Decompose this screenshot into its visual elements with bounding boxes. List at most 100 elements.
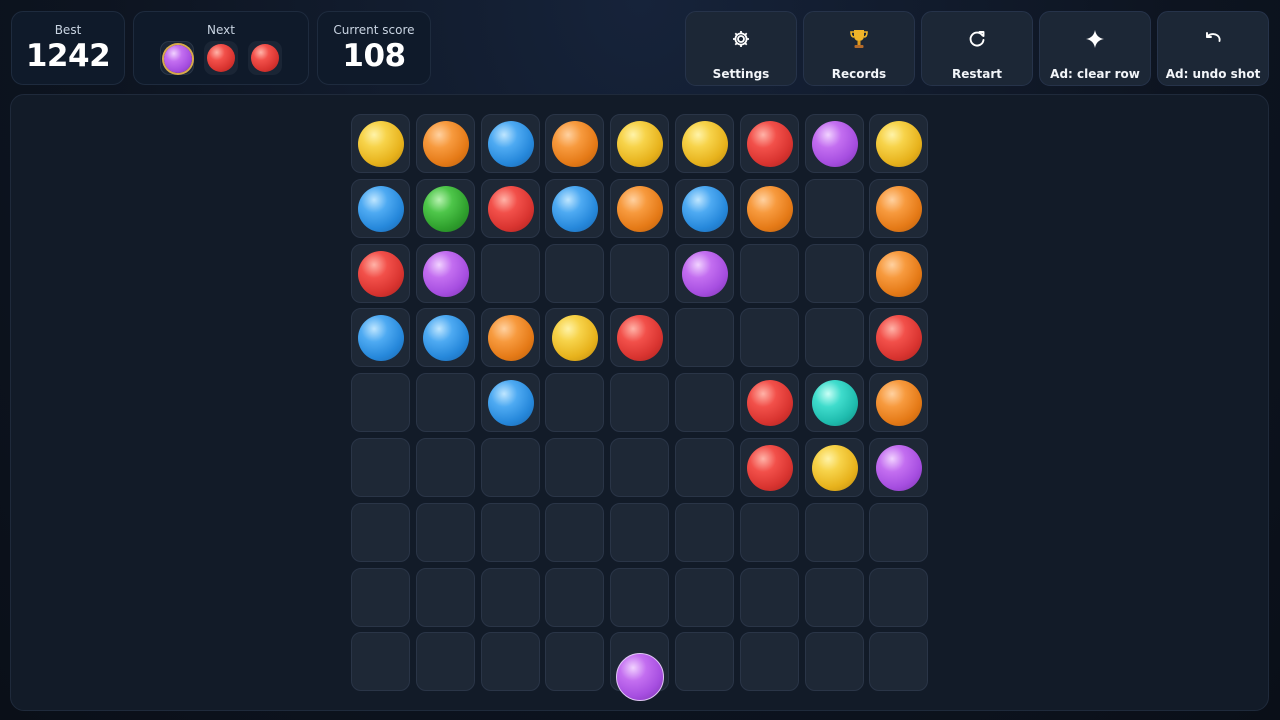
board-cell[interactable] bbox=[545, 308, 604, 367]
board-cell[interactable] bbox=[805, 179, 864, 238]
current-score-value: 108 bbox=[342, 38, 406, 74]
board-cell[interactable] bbox=[416, 244, 475, 303]
board-cell[interactable] bbox=[740, 114, 799, 173]
board-cell[interactable] bbox=[675, 503, 734, 562]
board-cell[interactable] bbox=[416, 114, 475, 173]
board-cell[interactable] bbox=[481, 308, 540, 367]
game-board bbox=[351, 114, 929, 692]
board-cell[interactable] bbox=[805, 244, 864, 303]
game-app: Best 1242 Next Current score 108 Setting… bbox=[0, 0, 1280, 720]
board-cell[interactable] bbox=[481, 632, 540, 691]
board-cell[interactable] bbox=[675, 438, 734, 497]
board-cell[interactable] bbox=[675, 179, 734, 238]
board-cell[interactable] bbox=[481, 438, 540, 497]
board-cell[interactable] bbox=[545, 244, 604, 303]
board-cell[interactable] bbox=[805, 632, 864, 691]
board-cell[interactable] bbox=[869, 373, 928, 432]
board-cell[interactable] bbox=[805, 308, 864, 367]
board-cell[interactable] bbox=[805, 503, 864, 562]
board-cell[interactable] bbox=[869, 438, 928, 497]
board-cell[interactable] bbox=[869, 114, 928, 173]
board-cell[interactable] bbox=[351, 114, 410, 173]
board-cell[interactable] bbox=[416, 438, 475, 497]
board-cell[interactable] bbox=[545, 632, 604, 691]
board-cell[interactable] bbox=[351, 373, 410, 432]
board-cell[interactable] bbox=[351, 244, 410, 303]
board-cell[interactable] bbox=[416, 632, 475, 691]
board-cell[interactable] bbox=[610, 438, 669, 497]
board-cell[interactable] bbox=[675, 114, 734, 173]
board-cell[interactable] bbox=[740, 438, 799, 497]
restart-button[interactable]: Restart bbox=[921, 11, 1033, 86]
board-cell[interactable] bbox=[869, 632, 928, 691]
board-cell[interactable] bbox=[481, 179, 540, 238]
board-cell[interactable] bbox=[481, 503, 540, 562]
board-cell[interactable] bbox=[416, 308, 475, 367]
board-cell[interactable] bbox=[740, 308, 799, 367]
board-cell[interactable] bbox=[545, 503, 604, 562]
board-cell[interactable] bbox=[481, 244, 540, 303]
board-cell[interactable] bbox=[869, 179, 928, 238]
board-cell[interactable] bbox=[869, 308, 928, 367]
board-cell[interactable] bbox=[610, 308, 669, 367]
board-cell[interactable] bbox=[416, 179, 475, 238]
ball-orange bbox=[876, 380, 922, 426]
ball-purple bbox=[423, 251, 469, 297]
board-cell[interactable] bbox=[351, 308, 410, 367]
board-cell[interactable] bbox=[481, 114, 540, 173]
board-cell[interactable] bbox=[869, 503, 928, 562]
board-cell[interactable] bbox=[610, 373, 669, 432]
sparkle-icon bbox=[1040, 26, 1150, 50]
board-cell[interactable] bbox=[416, 503, 475, 562]
board-cell[interactable] bbox=[610, 179, 669, 238]
board-cell[interactable] bbox=[675, 308, 734, 367]
board-cell[interactable] bbox=[416, 373, 475, 432]
board-cell[interactable] bbox=[740, 632, 799, 691]
board-cell[interactable] bbox=[545, 373, 604, 432]
board-cell[interactable] bbox=[675, 373, 734, 432]
board-cell[interactable] bbox=[805, 568, 864, 627]
board-cell[interactable] bbox=[481, 373, 540, 432]
board-cell[interactable] bbox=[545, 114, 604, 173]
board-cell[interactable] bbox=[545, 179, 604, 238]
restart-icon bbox=[922, 26, 1032, 50]
next-ball-red bbox=[251, 44, 279, 72]
shooter-ball[interactable] bbox=[616, 653, 664, 701]
next-ball-red bbox=[207, 44, 235, 72]
board-cell[interactable] bbox=[545, 438, 604, 497]
board-cell[interactable] bbox=[610, 244, 669, 303]
ball-teal bbox=[812, 380, 858, 426]
board-cell[interactable] bbox=[351, 568, 410, 627]
next-ball-slot bbox=[160, 41, 194, 75]
best-score-value: 1242 bbox=[25, 38, 111, 74]
board-cell[interactable] bbox=[869, 568, 928, 627]
board-cell[interactable] bbox=[351, 179, 410, 238]
undo-shot-button[interactable]: Ad: undo shot bbox=[1157, 11, 1269, 86]
board-cell[interactable] bbox=[675, 568, 734, 627]
ball-orange bbox=[488, 315, 534, 361]
board-cell[interactable] bbox=[610, 503, 669, 562]
board-cell[interactable] bbox=[545, 568, 604, 627]
records-button[interactable]: Records bbox=[803, 11, 915, 86]
board-cell[interactable] bbox=[675, 632, 734, 691]
board-cell[interactable] bbox=[740, 244, 799, 303]
board-cell[interactable] bbox=[351, 503, 410, 562]
board-cell[interactable] bbox=[481, 568, 540, 627]
board-cell[interactable] bbox=[740, 503, 799, 562]
board-cell[interactable] bbox=[416, 568, 475, 627]
board-cell[interactable] bbox=[805, 373, 864, 432]
board-cell[interactable] bbox=[610, 114, 669, 173]
board-cell[interactable] bbox=[675, 244, 734, 303]
board-cell[interactable] bbox=[610, 568, 669, 627]
board-cell[interactable] bbox=[351, 632, 410, 691]
board-cell[interactable] bbox=[740, 179, 799, 238]
board-cell[interactable] bbox=[805, 114, 864, 173]
board-cell[interactable] bbox=[351, 438, 410, 497]
board-cell[interactable] bbox=[740, 568, 799, 627]
board-cell[interactable] bbox=[740, 373, 799, 432]
board-cell[interactable] bbox=[805, 438, 864, 497]
board-cell[interactable] bbox=[869, 244, 928, 303]
settings-button[interactable]: Settings bbox=[685, 11, 797, 86]
ball-purple bbox=[682, 251, 728, 297]
clear-row-button[interactable]: Ad: clear row bbox=[1039, 11, 1151, 86]
